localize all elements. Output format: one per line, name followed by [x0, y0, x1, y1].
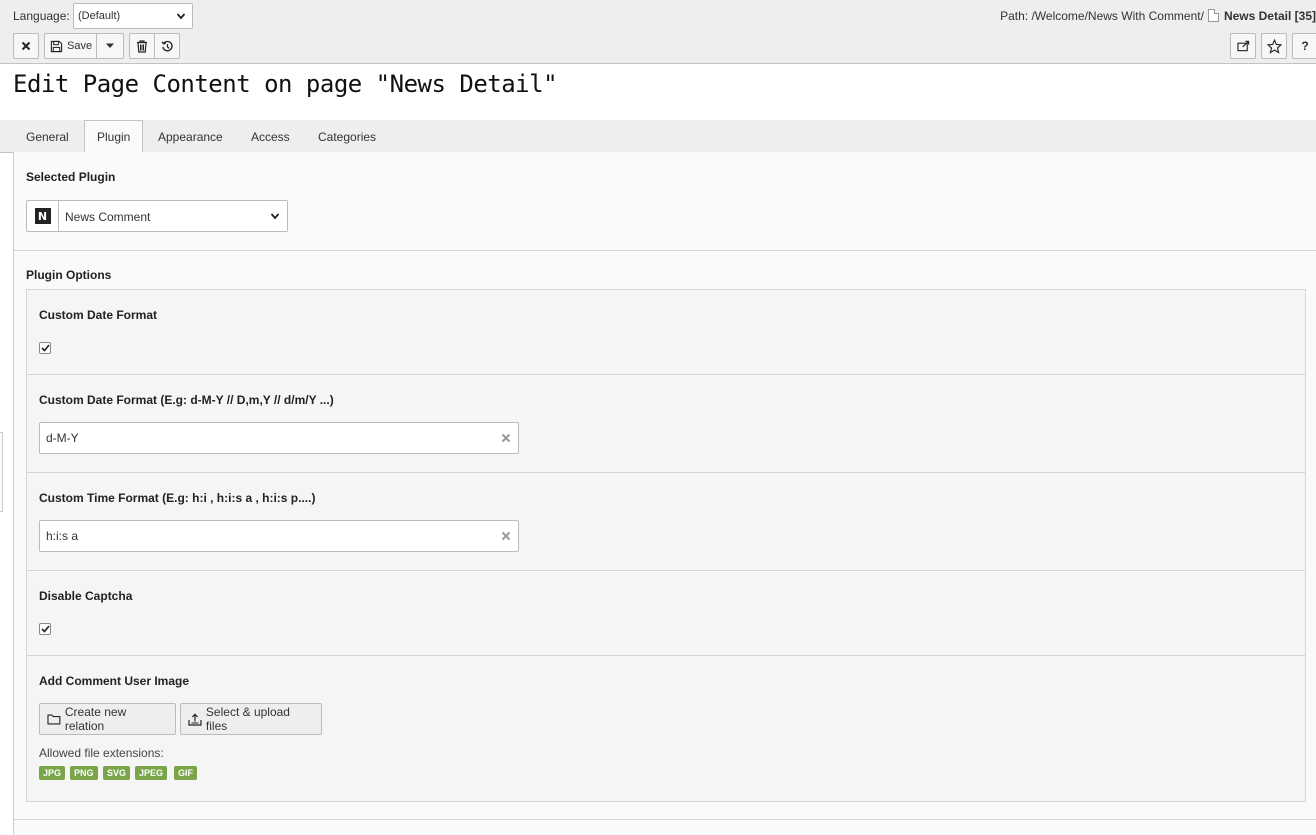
caret-down-icon — [106, 43, 114, 48]
date-format-label: Custom Date Format (E.g: d-M-Y // D,m,Y … — [39, 393, 334, 407]
upload-icon — [188, 712, 202, 726]
news-plugin-icon: N — [34, 208, 51, 224]
custom-date-format-label: Custom Date Format — [39, 308, 158, 322]
help-icon: ? — [1301, 39, 1309, 53]
view-page-button[interactable] — [1230, 33, 1256, 59]
disable-captcha-checkbox[interactable] — [39, 623, 51, 635]
file-actions: Create new relation Select & upload file… — [39, 703, 339, 735]
extension-badge: JPEG — [135, 766, 168, 780]
language-select[interactable]: (Default) — [73, 3, 193, 29]
page-icon — [1207, 9, 1219, 22]
external-link-icon — [1236, 40, 1249, 52]
allowed-extensions-label: Allowed file extensions: — [39, 746, 164, 760]
save-button[interactable]: Save — [44, 33, 97, 59]
disable-captcha-label: Disable Captcha — [39, 589, 133, 603]
create-relation-label: Create new relation — [64, 705, 127, 733]
delete-button[interactable] — [129, 33, 155, 59]
chevron-down-icon — [270, 213, 280, 220]
disable-captcha-row: Disable Captcha — [27, 571, 1305, 656]
bookmark-button[interactable] — [1261, 33, 1287, 59]
tab-bar: General Plugin Appearance Access Categor… — [0, 120, 1316, 153]
create-relation-button[interactable]: Create new relation — [39, 703, 176, 735]
tab-access[interactable]: Access — [239, 121, 302, 153]
breadcrumb-path: Path: /Welcome/News With Comment/ — [1000, 9, 1204, 23]
user-image-row: Add Comment User Image Create new relati… — [27, 656, 1305, 801]
sidebar-resize-handle[interactable] — [0, 432, 3, 512]
tab-categories[interactable]: Categories — [306, 121, 388, 153]
help-button[interactable]: ? — [1292, 33, 1316, 59]
clear-input-icon[interactable] — [501, 433, 511, 443]
selected-plugin-label: Selected Plugin — [26, 170, 116, 184]
extension-badge: SVG — [103, 766, 131, 780]
tab-content-plugin: Selected Plugin N News Comment Plugin Op… — [13, 152, 1316, 835]
date-format-input[interactable] — [39, 422, 519, 454]
divider — [14, 250, 1316, 251]
language-select-value: (Default) — [78, 10, 121, 22]
save-dropdown-button[interactable] — [96, 33, 124, 59]
clear-input-icon[interactable] — [501, 531, 511, 541]
trash-icon — [137, 39, 147, 53]
history-button[interactable] — [154, 33, 180, 59]
folder-icon — [47, 714, 61, 725]
close-icon — [21, 41, 31, 51]
select-upload-button[interactable]: Select & upload files — [180, 703, 322, 735]
custom-date-format-row: Custom Date Format — [27, 290, 1305, 375]
select-upload-label: Select & upload files — [205, 705, 290, 733]
user-image-label: Add Comment User Image — [39, 674, 190, 688]
plugin-options-panel: Custom Date Format Custom Date Format (E… — [26, 289, 1306, 802]
time-format-row: Custom Time Format (E.g: h:i , h:i:s a ,… — [27, 473, 1305, 571]
plugin-select[interactable]: N News Comment — [26, 200, 288, 232]
tab-plugin[interactable]: Plugin — [84, 120, 144, 153]
close-button[interactable] — [13, 33, 39, 59]
save-label: Save — [67, 40, 93, 52]
save-icon — [50, 40, 63, 52]
divider — [14, 819, 1316, 820]
time-format-label: Custom Time Format (E.g: h:i , h:i:s a ,… — [39, 491, 316, 505]
plugin-options-label: Plugin Options — [26, 268, 112, 282]
history-icon — [160, 40, 173, 51]
breadcrumb: Path: /Welcome/News With Comment/News De… — [1000, 9, 1316, 23]
extension-badge: GIF — [174, 766, 197, 780]
time-format-input[interactable] — [39, 520, 519, 552]
extension-badge: PNG — [70, 766, 98, 780]
language-label: Language: — [13, 9, 70, 23]
chevron-down-icon — [176, 13, 186, 20]
tab-appearance[interactable]: Appearance — [146, 121, 235, 153]
page-title: Edit Page Content on page "News Detail" — [13, 70, 558, 98]
checkmark-icon — [40, 625, 50, 633]
extension-badge: JPG — [39, 766, 66, 780]
plugin-select-value: News Comment — [65, 210, 151, 224]
plugin-icon-box: N — [27, 201, 59, 231]
docheader: Language: (Default) Path: /Welcome/News … — [0, 0, 1316, 64]
breadcrumb-current: News Detail [35] — [1223, 9, 1316, 23]
checkmark-icon — [40, 344, 50, 352]
date-format-row: Custom Date Format (E.g: d-M-Y // D,m,Y … — [27, 375, 1305, 473]
star-icon — [1266, 38, 1282, 54]
custom-date-format-checkbox[interactable] — [39, 342, 51, 354]
tab-general[interactable]: General — [14, 121, 81, 153]
